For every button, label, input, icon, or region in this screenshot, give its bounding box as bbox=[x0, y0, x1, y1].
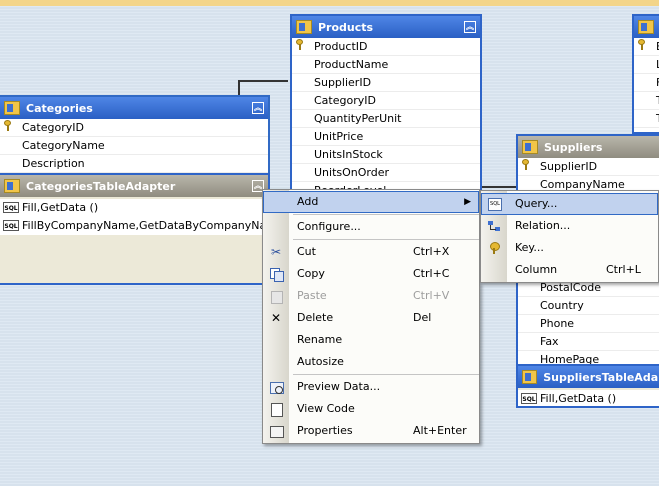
submenu-item-relation[interactable]: Relation... bbox=[481, 215, 658, 237]
paste-icon bbox=[269, 289, 283, 304]
menu-item-view-code[interactable]: View Code bbox=[263, 398, 479, 420]
partial-table-header[interactable] bbox=[634, 16, 659, 38]
products-table-header[interactable]: Products ︽ bbox=[292, 16, 480, 38]
collapse-icon[interactable]: ︽ bbox=[252, 102, 264, 114]
sql-icon: SQL bbox=[3, 202, 19, 213]
column-row[interactable]: CategoryName bbox=[0, 137, 268, 155]
query-icon: SQL bbox=[487, 197, 502, 211]
categories-table-header[interactable]: Categories ︽ bbox=[0, 97, 268, 119]
key-icon bbox=[4, 120, 11, 131]
adapter-icon bbox=[4, 179, 20, 193]
preview-data-icon bbox=[269, 380, 284, 394]
add-submenu[interactable]: SQL Query... Relation... Key... Column Ctr… bbox=[480, 190, 659, 283]
adapter-icon bbox=[522, 370, 538, 384]
query-row[interactable]: SQL Fill,GetData () bbox=[518, 390, 659, 406]
menu-item-configure[interactable]: Configure... bbox=[263, 216, 479, 238]
suppliers-table-header[interactable]: Suppliers bbox=[518, 136, 659, 158]
table-icon bbox=[638, 20, 654, 34]
table-icon bbox=[296, 20, 312, 34]
column-row[interactable]: UnitsOnOrder bbox=[292, 164, 480, 182]
relation-icon bbox=[487, 219, 501, 233]
column-row[interactable]: T bbox=[634, 110, 659, 128]
column-row[interactable]: Description bbox=[0, 155, 268, 173]
submenu-item-column[interactable]: Column Ctrl+L bbox=[481, 259, 658, 281]
menu-separator bbox=[293, 374, 479, 375]
menu-separator bbox=[293, 239, 479, 240]
column-row[interactable]: L bbox=[634, 56, 659, 74]
query-row[interactable]: SQL FillByCompanyName,GetDataByCompanyNam… bbox=[0, 217, 268, 235]
column-row[interactable]: Phone bbox=[518, 315, 659, 333]
key-icon bbox=[522, 159, 529, 170]
menu-item-autosize[interactable]: Autosize bbox=[263, 351, 479, 373]
properties-icon bbox=[269, 424, 284, 438]
delete-icon: ✕ bbox=[270, 311, 282, 325]
suppliers-table-title: Suppliers bbox=[544, 140, 603, 154]
context-menu[interactable]: Add ▶ Configure... ✂ Cut Ctrl+X Copy Ctrl+C … bbox=[262, 189, 480, 444]
categories-table-adapter[interactable]: CategoriesTableAdapter ︽ SQL Fill,GetData… bbox=[0, 173, 270, 285]
column-row[interactable]: UnitPrice bbox=[292, 128, 480, 146]
products-table[interactable]: Products ︽ ProductID ProductName Supplie… bbox=[290, 14, 482, 204]
cut-icon: ✂ bbox=[270, 245, 282, 259]
relation-line-products-suppliers[interactable] bbox=[481, 186, 516, 188]
column-row[interactable]: T bbox=[634, 92, 659, 110]
column-row[interactable]: ProductID bbox=[292, 38, 480, 56]
submenu-item-key[interactable]: Key... bbox=[481, 237, 658, 259]
menu-item-delete[interactable]: ✕ Delete Del bbox=[263, 307, 479, 329]
menu-item-copy[interactable]: Copy Ctrl+C bbox=[263, 263, 479, 285]
key-icon bbox=[296, 39, 303, 50]
sql-icon: SQL bbox=[3, 220, 19, 231]
key-icon bbox=[638, 39, 645, 50]
column-row[interactable]: Fax bbox=[518, 333, 659, 351]
menu-separator bbox=[293, 214, 479, 215]
table-icon bbox=[4, 101, 20, 115]
products-table-title: Products bbox=[318, 20, 374, 34]
column-row[interactable]: QuantityPerUnit bbox=[292, 110, 480, 128]
submenu-arrow-icon: ▶ bbox=[464, 197, 471, 207]
categories-adapter-title: CategoriesTableAdapter bbox=[26, 179, 176, 193]
column-row[interactable]: Country bbox=[518, 297, 659, 315]
key-icon bbox=[487, 241, 501, 255]
sql-icon: SQL bbox=[521, 393, 537, 404]
column-row[interactable]: CategoryID bbox=[292, 92, 480, 110]
categories-table[interactable]: Categories ︽ CategoryID CategoryName Des… bbox=[0, 95, 270, 175]
view-code-icon bbox=[269, 402, 283, 417]
table-icon bbox=[522, 140, 538, 154]
submenu-item-query[interactable]: SQL Query... bbox=[481, 193, 658, 215]
partial-table-right[interactable]: E L F T T bbox=[632, 14, 659, 134]
column-row[interactable]: ProductName bbox=[292, 56, 480, 74]
menu-item-paste[interactable]: Paste Ctrl+V bbox=[263, 285, 479, 307]
column-row[interactable]: SupplierID bbox=[292, 74, 480, 92]
column-row[interactable]: F bbox=[634, 74, 659, 92]
relation-line-categories-products[interactable] bbox=[238, 80, 288, 82]
column-row[interactable]: UnitsInStock bbox=[292, 146, 480, 164]
suppliers-table-adapter[interactable]: SuppliersTableAdap SQL Fill,GetData () bbox=[516, 364, 659, 408]
menu-item-add[interactable]: Add ▶ bbox=[263, 191, 479, 213]
collapse-icon[interactable]: ︽ bbox=[464, 21, 476, 33]
menu-item-cut[interactable]: ✂ Cut Ctrl+X bbox=[263, 241, 479, 263]
suppliers-adapter-title: SuppliersTableAdap bbox=[543, 370, 659, 384]
suppliers-adapter-header[interactable]: SuppliersTableAdap bbox=[518, 366, 659, 388]
copy-icon bbox=[269, 267, 284, 282]
column-row[interactable]: E bbox=[634, 38, 659, 56]
menu-item-properties[interactable]: Properties Alt+Enter bbox=[263, 420, 479, 442]
categories-adapter-header[interactable]: CategoriesTableAdapter ︽ bbox=[0, 175, 268, 197]
categories-table-title: Categories bbox=[26, 101, 93, 115]
menu-item-rename[interactable]: Rename bbox=[263, 329, 479, 351]
column-row[interactable]: SupplierID bbox=[518, 158, 659, 176]
column-row[interactable]: CategoryID bbox=[0, 119, 268, 137]
menu-item-preview-data[interactable]: Preview Data... bbox=[263, 376, 479, 398]
designer-top-band bbox=[0, 0, 659, 6]
relation-line-categories-products-vertical[interactable] bbox=[238, 80, 240, 96]
query-row[interactable]: SQL Fill,GetData () bbox=[0, 199, 268, 217]
